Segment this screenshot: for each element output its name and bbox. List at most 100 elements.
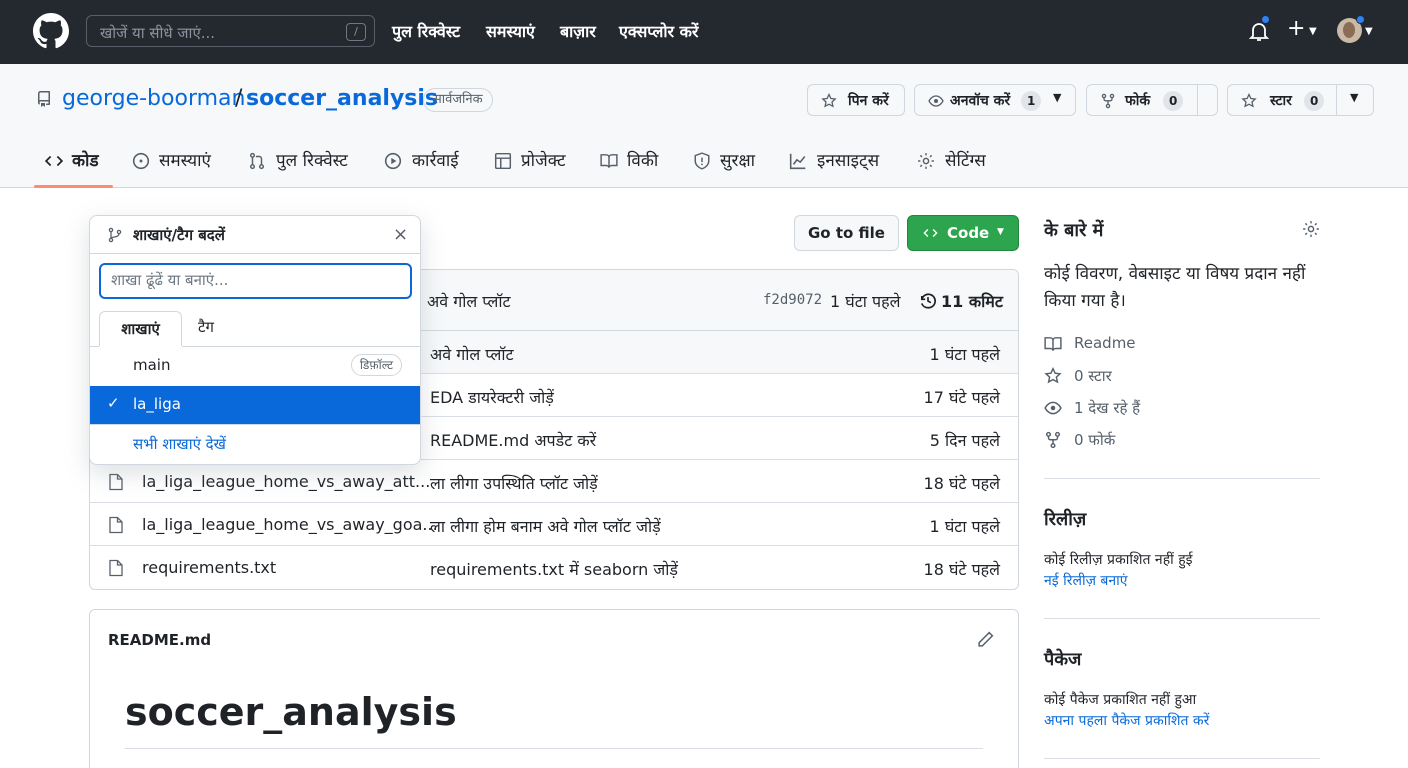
- tab-insights-label: इनसाइट्स: [817, 151, 880, 171]
- releases-title[interactable]: रिलीज़: [1044, 507, 1086, 531]
- create-new-icon[interactable]: +: [1287, 16, 1305, 41]
- file-commit-message[interactable]: अवे गोल प्लॉट: [430, 343, 514, 365]
- gear-icon: [918, 153, 934, 169]
- view-all-branches-link[interactable]: सभी शाखाएं देखें: [133, 434, 226, 454]
- history-icon: [920, 293, 936, 309]
- branch-name: main: [133, 356, 171, 374]
- code-caret-icon: ▼: [997, 227, 1004, 237]
- commit-sha[interactable]: f2d9072: [763, 292, 822, 308]
- branch-item-la-liga[interactable]: ✓ la_liga: [90, 386, 420, 424]
- avatar-caret-icon[interactable]: ▼: [1365, 26, 1373, 37]
- star-icon: [1241, 93, 1257, 108]
- publish-package-link[interactable]: अपना पहला पैकेज प्रकाशित करें: [1044, 711, 1209, 730]
- file-row[interactable]: requirements.txt requirements.txt में se…: [90, 546, 1018, 589]
- file-commit-time: 18 घंटे पहले: [923, 560, 1000, 579]
- topnav-pull-requests[interactable]: पुल रिक्वेस्ट: [392, 20, 460, 42]
- file-commit-time: 18 घंटे पहले: [923, 474, 1000, 493]
- file-row[interactable]: la_liga_league_home_vs_away_att... ला ली…: [90, 460, 1018, 503]
- dropdown-divider: [90, 424, 420, 425]
- pin-star-icon: [821, 93, 837, 108]
- go-to-file-button[interactable]: Go to file: [794, 215, 899, 251]
- star-label: स्टार: [1270, 93, 1292, 109]
- repo-path-separator: /: [235, 86, 243, 111]
- star-icon: [1044, 367, 1062, 384]
- code-button-label: Code: [947, 224, 990, 242]
- star-divider: [1336, 85, 1337, 115]
- fork-button[interactable]: फोर्क 0: [1086, 84, 1218, 116]
- readme-heading: soccer_analysis: [125, 690, 457, 734]
- pencil-icon[interactable]: [977, 631, 994, 648]
- tab-actions-label: कार्रवाई: [412, 151, 459, 171]
- topnav-marketplace[interactable]: बाज़ार: [560, 20, 596, 42]
- default-badge: डिफ़ॉल्ट: [350, 354, 402, 376]
- check-icon: ✓: [107, 394, 120, 412]
- file-commit-message[interactable]: ला लीगा उपस्थिति प्लॉट जोड़ें: [430, 472, 598, 494]
- graph-icon: [789, 153, 806, 170]
- file-commit-time: 17 घंटे पहले: [923, 388, 1000, 407]
- create-caret-icon[interactable]: ▼: [1309, 26, 1317, 37]
- commit-count-link[interactable]: 11 कमिट: [941, 290, 1003, 312]
- book-icon: [1044, 337, 1062, 351]
- about-gear-icon[interactable]: [1302, 220, 1320, 238]
- topnav-explore[interactable]: एक्सप्लोर करें: [619, 20, 698, 42]
- close-icon[interactable]: ×: [393, 224, 408, 245]
- file-row[interactable]: la_liga_league_home_vs_away_goa... ला ली…: [90, 503, 1018, 546]
- packages-title[interactable]: पैकेज: [1044, 647, 1081, 671]
- file-name-link[interactable]: requirements.txt: [142, 558, 276, 577]
- file-commit-message[interactable]: requirements.txt में seaborn जोड़ें: [430, 558, 678, 580]
- active-tab-underline: [34, 185, 113, 188]
- create-release-link[interactable]: नई रिलीज़ बनाएं: [1044, 571, 1128, 590]
- notification-dot: [1261, 15, 1270, 24]
- branch-icon: [108, 227, 122, 243]
- file-commit-message[interactable]: README.md अपडेट करें: [430, 429, 596, 451]
- code-button-icon: [923, 229, 938, 237]
- github-logo-icon[interactable]: [33, 13, 69, 49]
- file-icon: [109, 516, 123, 534]
- file-commit-time: 1 घंटा पहले: [929, 345, 1000, 364]
- tab-pull-requests-label: पुल रिक्वेस्ट: [276, 151, 348, 171]
- watch-caret-icon[interactable]: ▼: [1053, 91, 1061, 104]
- repo-owner-link[interactable]: george-boorman: [62, 86, 245, 111]
- pin-label: पिन करें: [848, 93, 889, 109]
- watch-count: 1: [1021, 91, 1042, 111]
- branch-item-main[interactable]: main डिफ़ॉल्ट: [90, 347, 420, 385]
- branch-switcher-dropdown: शाखाएं/टैग बदलें × शाखाएं टैग main डिफ़ॉ…: [89, 215, 421, 465]
- fork-icon: [1101, 93, 1115, 109]
- file-commit-message[interactable]: EDA डायरेक्टरी जोड़ें: [430, 386, 554, 408]
- tab-wiki-label: विकी: [627, 151, 659, 171]
- eye-icon: [1044, 401, 1062, 415]
- about-title: के बारे में: [1044, 220, 1104, 241]
- star-button[interactable]: स्टार 0 ▼: [1227, 84, 1374, 116]
- pull-request-icon: [249, 152, 265, 170]
- pin-button[interactable]: पिन करें: [807, 84, 905, 116]
- file-name-link[interactable]: la_liga_league_home_vs_away_att...: [142, 472, 430, 491]
- watch-label: अनवॉच करें: [950, 93, 1011, 109]
- repo-name-link[interactable]: soccer_analysis: [246, 86, 438, 111]
- tab-code-label: कोड: [72, 151, 99, 171]
- file-name-link[interactable]: la_liga_league_home_vs_away_goa...: [142, 515, 438, 534]
- global-search-input[interactable]: खोजें या सीधे जाएं... /: [86, 15, 375, 47]
- releases-empty-text: कोई रिलीज़ प्रकाशित नहीं हुई: [1044, 552, 1193, 568]
- dropdown-title: शाखाएं/टैग बदलें: [133, 226, 225, 244]
- code-button[interactable]: Code ▼: [907, 215, 1019, 251]
- latest-commit-message[interactable]: अवे गोल प्लॉट: [427, 290, 511, 312]
- branch-search-input[interactable]: [111, 271, 401, 289]
- tab-security-label: सुरक्षा: [720, 151, 756, 171]
- eye-icon: [928, 95, 944, 107]
- slash-key-hint: /: [346, 23, 366, 41]
- fork-count: 0: [1163, 91, 1184, 111]
- readme-filename[interactable]: README.md: [108, 631, 211, 649]
- tab-tags[interactable]: टैग: [198, 317, 214, 337]
- file-commit-message[interactable]: ला लीगा होम बनाम अवे गोल प्लॉट जोड़ें: [430, 515, 661, 537]
- star-list-caret-icon[interactable]: ▼: [1350, 91, 1358, 104]
- topnav-issues[interactable]: समस्याएं: [486, 20, 535, 42]
- fork-icon: [1045, 431, 1061, 449]
- branch-search-field[interactable]: [99, 263, 412, 299]
- tab-branches[interactable]: शाखाएं: [99, 311, 182, 347]
- visibility-badge: सार्वजनिक: [423, 88, 493, 112]
- about-description: कोई विवरण, वेबसाइट या विषय प्रदान नहीं क…: [1044, 264, 1306, 311]
- file-icon: [109, 559, 123, 577]
- watch-button[interactable]: अनवॉच करें 1 ▼: [914, 84, 1076, 116]
- book-icon: [600, 154, 618, 168]
- file-commit-time: 5 दिन पहले: [929, 431, 1000, 450]
